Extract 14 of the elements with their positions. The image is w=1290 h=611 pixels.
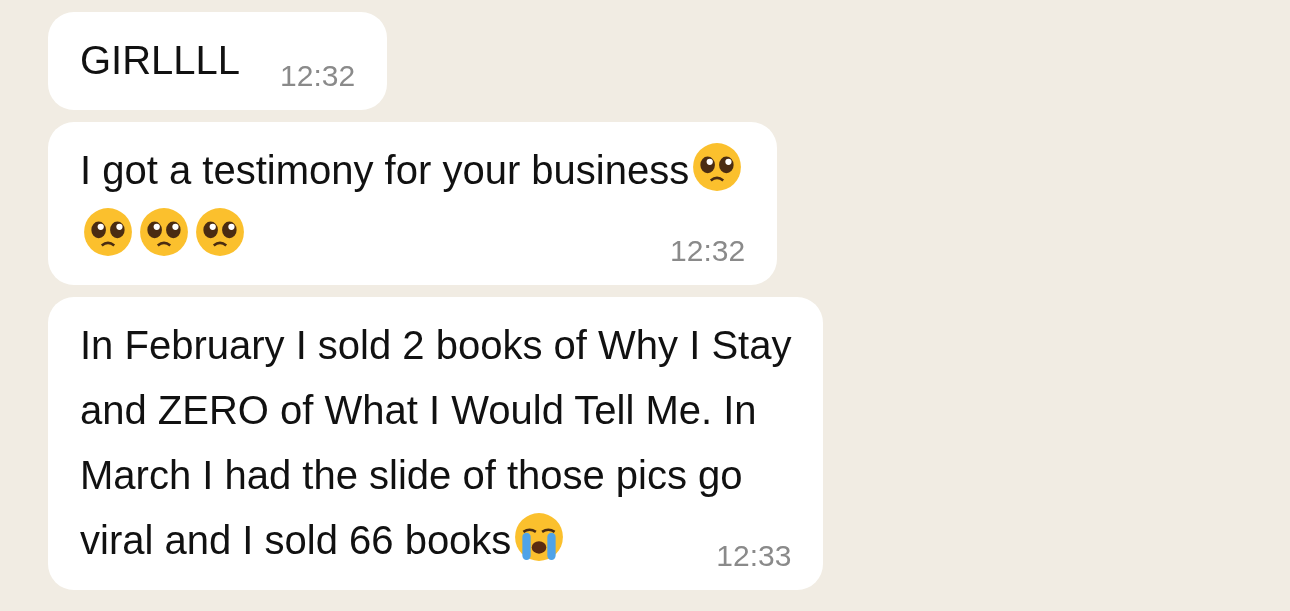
pleading-face-icon [194, 206, 246, 258]
crying-face-icon [513, 511, 566, 563]
message-text: I got a testimony for your business [80, 148, 690, 192]
message-time: 12:33 [716, 538, 792, 574]
message-text: March I had the slide of those pics go [80, 453, 743, 497]
message-text: and ZERO of What I Would Tell Me. In [80, 388, 757, 432]
pleading-face-icon [138, 206, 190, 258]
message-text: viral and I sold 66 books [80, 518, 512, 562]
pleading-face-icon [691, 141, 744, 193]
message-text: GIRLLLL [80, 38, 241, 82]
pleading-face-icon [82, 206, 134, 258]
message-text: In February I sold 2 books of Why I Stay [80, 323, 792, 367]
message-time: 12:32 [280, 58, 356, 94]
message-time: 12:32 [670, 233, 746, 269]
